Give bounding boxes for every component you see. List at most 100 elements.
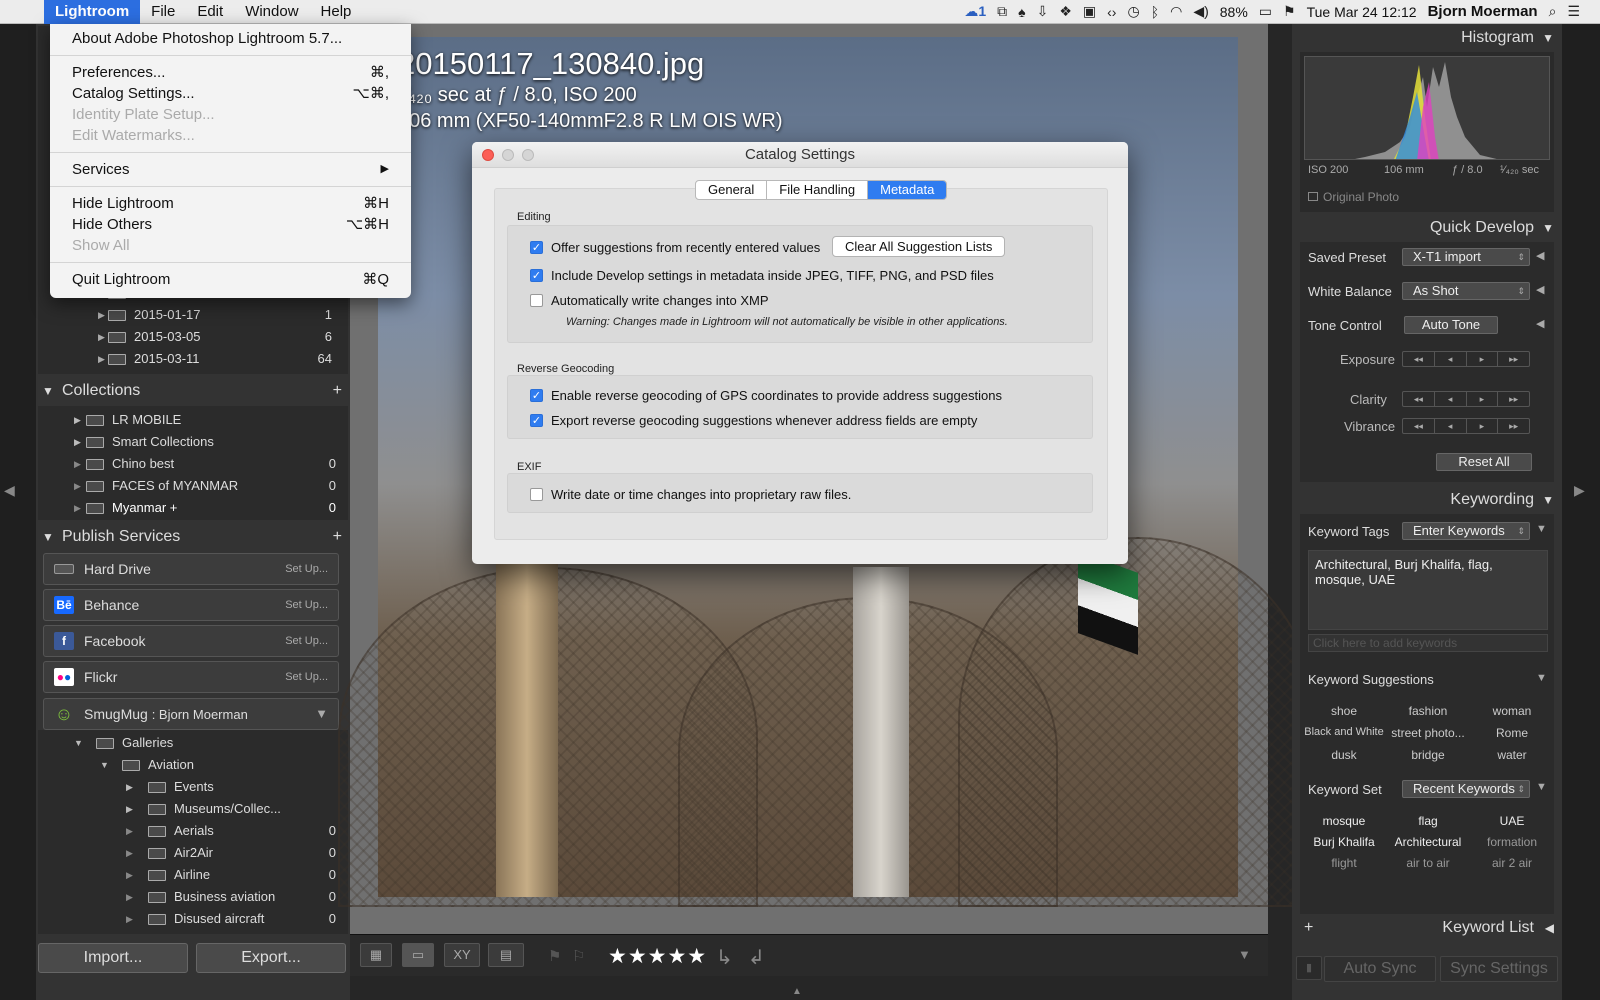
menu-item-catalog-settings[interactable]: Catalog Settings... ⌥⌘, xyxy=(50,83,411,104)
keyword-set-item[interactable]: flag xyxy=(1386,814,1470,828)
filmstrip-toggle-icon[interactable]: ▲ xyxy=(792,986,802,997)
expand-left-triangle-icon[interactable]: ◀ xyxy=(1545,914,1554,942)
collapse-triangle-icon[interactable]: ▼ xyxy=(1536,523,1547,535)
tab-general[interactable]: General xyxy=(696,181,768,199)
keyword-set-item[interactable]: Burj Khalifa xyxy=(1302,835,1386,849)
gallery-row[interactable]: ▶ Events xyxy=(126,776,336,798)
expand-arrow-icon[interactable]: ▶ xyxy=(98,348,105,370)
quick-develop-header[interactable]: Quick Develop ▼ xyxy=(1292,214,1562,242)
collapse-triangle-icon[interactable]: ▼ xyxy=(1536,672,1547,684)
collection-row[interactable]: ▶ LR MOBILE xyxy=(74,409,336,431)
compare-view-icon[interactable]: XY xyxy=(444,943,480,967)
auto-tone-button[interactable]: Auto Tone xyxy=(1404,316,1498,334)
gallery-row[interactable]: ▶ Air2Air 0 xyxy=(126,842,336,864)
keyword-set-item[interactable]: Architectural xyxy=(1386,835,1470,849)
toolbar-menu-chevron-icon[interactable]: ▼ xyxy=(1238,947,1251,962)
collapse-triangle-icon[interactable]: ▼ xyxy=(1542,214,1554,242)
publish-flickr[interactable]: ●● Flickr Set Up... xyxy=(43,661,339,693)
checkbox-checked-icon[interactable]: ✓ xyxy=(530,388,543,402)
keyword-suggestion[interactable]: woman xyxy=(1470,704,1554,718)
offer-suggestions-checkbox[interactable]: ✓ Offer suggestions from recently entered… xyxy=(530,238,820,256)
keyword-set-item[interactable]: flight xyxy=(1302,856,1386,870)
menu-item-about[interactable]: About Adobe Photoshop Lightroom 5.7... xyxy=(50,28,411,49)
tab-file-handling[interactable]: File Handling xyxy=(767,181,869,199)
collection-row[interactable]: ▶ FACES of MYANMAR 0 xyxy=(74,475,336,497)
expand-arrow-icon[interactable]: ▶ xyxy=(74,431,81,453)
keyword-suggestion[interactable]: water xyxy=(1470,748,1554,762)
bluetooth-icon[interactable]: ᛒ xyxy=(1151,4,1159,20)
add-publish-service-icon[interactable]: + xyxy=(333,523,342,551)
collapse-triangle-icon[interactable]: ▼ xyxy=(1542,24,1554,52)
publish-services-header[interactable]: ▼ Publish Services + xyxy=(36,523,350,551)
battery-icon[interactable]: ▭ xyxy=(1259,3,1272,20)
keyword-set-item[interactable]: air 2 air xyxy=(1470,856,1554,870)
keyword-set-select[interactable]: Recent Keywords ⇕ xyxy=(1402,780,1530,798)
sync-settings-button[interactable]: Sync Settings xyxy=(1440,956,1558,982)
write-date-changes-checkbox[interactable]: Write date or time changes into propriet… xyxy=(530,485,851,503)
menu-item-hide[interactable]: Hide Lightroom ⌘H xyxy=(50,193,411,214)
double-left-icon[interactable]: ◂◂ xyxy=(1403,419,1435,433)
collection-row[interactable]: ▶ Myanmar + 0 xyxy=(74,497,336,519)
expand-arrow-icon[interactable]: ▶ xyxy=(126,820,133,842)
collapse-triangle-icon[interactable]: ▼ xyxy=(42,377,54,405)
right-panel-edge[interactable]: ▶ xyxy=(1562,24,1600,1000)
setup-link[interactable]: Set Up... xyxy=(285,554,328,584)
auto-write-xmp-checkbox[interactable]: Automatically write changes into XMP xyxy=(530,291,768,309)
menu-item-preferences[interactable]: Preferences... ⌘, xyxy=(50,62,411,83)
checkbox-checked-icon[interactable]: ✓ xyxy=(530,240,543,254)
time-machine-icon[interactable]: ◷ xyxy=(1127,3,1139,20)
rotate-left-icon[interactable]: ↳ xyxy=(716,945,733,970)
menu-help[interactable]: Help xyxy=(310,0,363,24)
export-button[interactable]: Export... xyxy=(196,943,346,973)
menu-item-hide-others[interactable]: Hide Others ⌥⌘H xyxy=(50,214,411,235)
keyword-suggestion[interactable]: dusk xyxy=(1302,748,1386,762)
exposure-stepper[interactable]: ◂◂ ◂ ▸ ▸▸ xyxy=(1402,351,1530,367)
folder-row[interactable]: ▶ 2015-01-17 1 xyxy=(98,304,332,326)
clock[interactable]: Tue Mar 24 12:12 xyxy=(1307,4,1417,20)
publish-smugmug[interactable]: ☺ SmugMug : Bjorn Moerman ▼ xyxy=(43,698,339,730)
collapse-triangle-icon[interactable]: ▼ xyxy=(1542,486,1554,514)
gallery-row[interactable]: ▶ Business aviation 0 xyxy=(126,886,336,908)
clarity-stepper[interactable]: ◂◂ ◂ ▸ ▸▸ xyxy=(1402,391,1530,407)
expand-left-triangle-icon[interactable]: ◀ xyxy=(1536,317,1544,330)
expand-arrow-icon[interactable]: ▶ xyxy=(126,842,133,864)
keyword-set-item[interactable]: air to air xyxy=(1386,856,1470,870)
keyword-suggestion[interactable]: Black and White xyxy=(1302,726,1386,738)
left-icon[interactable]: ◂ xyxy=(1435,352,1467,366)
right-icon[interactable]: ▸ xyxy=(1467,392,1499,406)
wifi-icon[interactable]: ◠ xyxy=(1170,3,1182,20)
white-balance-select[interactable]: As Shot ⇕ xyxy=(1402,282,1530,300)
menu-item-services[interactable]: Services ▶ xyxy=(50,159,411,180)
keyword-list-header[interactable]: + Keyword List ◀ xyxy=(1292,914,1562,942)
sync-toggle-icon[interactable]: ▮ xyxy=(1296,956,1322,980)
code-icon[interactable]: ‹› xyxy=(1107,4,1116,20)
menu-file[interactable]: File xyxy=(140,0,186,24)
keywording-header[interactable]: Keywording ▼ xyxy=(1292,486,1562,514)
keyword-set-item[interactable]: formation xyxy=(1470,835,1554,849)
rating-stars[interactable]: ★★★★★ xyxy=(608,944,707,969)
checkbox-unchecked-icon[interactable] xyxy=(530,487,543,501)
rotate-right-icon[interactable]: ↲ xyxy=(748,945,765,970)
gallery-row[interactable]: ▶ Disused aircraft 0 xyxy=(126,908,336,930)
setup-link[interactable]: Set Up... xyxy=(285,662,328,692)
flag-pick-icon[interactable]: ⚑ xyxy=(548,947,561,965)
double-right-icon[interactable]: ▸▸ xyxy=(1498,392,1529,406)
right-icon[interactable]: ▸ xyxy=(1467,419,1499,433)
screen-icon[interactable]: ⧉ xyxy=(997,3,1007,20)
left-icon[interactable]: ◂ xyxy=(1435,419,1467,433)
saved-preset-select[interactable]: X-T1 import ⇕ xyxy=(1402,248,1530,266)
collections-header[interactable]: ▼ Collections + xyxy=(36,377,350,405)
histogram-header[interactable]: Histogram ▼ xyxy=(1292,24,1562,52)
include-develop-checkbox[interactable]: ✓ Include Develop settings in metadata in… xyxy=(530,266,994,284)
vibrance-stepper[interactable]: ◂◂ ◂ ▸ ▸▸ xyxy=(1402,418,1530,434)
add-collection-icon[interactable]: + xyxy=(333,377,342,405)
menu-edit[interactable]: Edit xyxy=(186,0,234,24)
setup-link[interactable]: Set Up... xyxy=(285,590,328,620)
checkbox-unchecked-icon[interactable] xyxy=(530,293,543,307)
original-photo-toggle[interactable]: Original Photo xyxy=(1308,190,1399,204)
expand-arrow-icon[interactable]: ▶ xyxy=(126,886,133,908)
setup-link[interactable]: Set Up... xyxy=(285,626,328,656)
keyword-tags-textarea[interactable]: Architectural, Burj Khalifa, flag, mosqu… xyxy=(1308,550,1548,630)
keyword-suggestion[interactable]: street photo... xyxy=(1386,726,1470,740)
collapse-triangle-icon[interactable]: ▼ xyxy=(42,523,54,551)
